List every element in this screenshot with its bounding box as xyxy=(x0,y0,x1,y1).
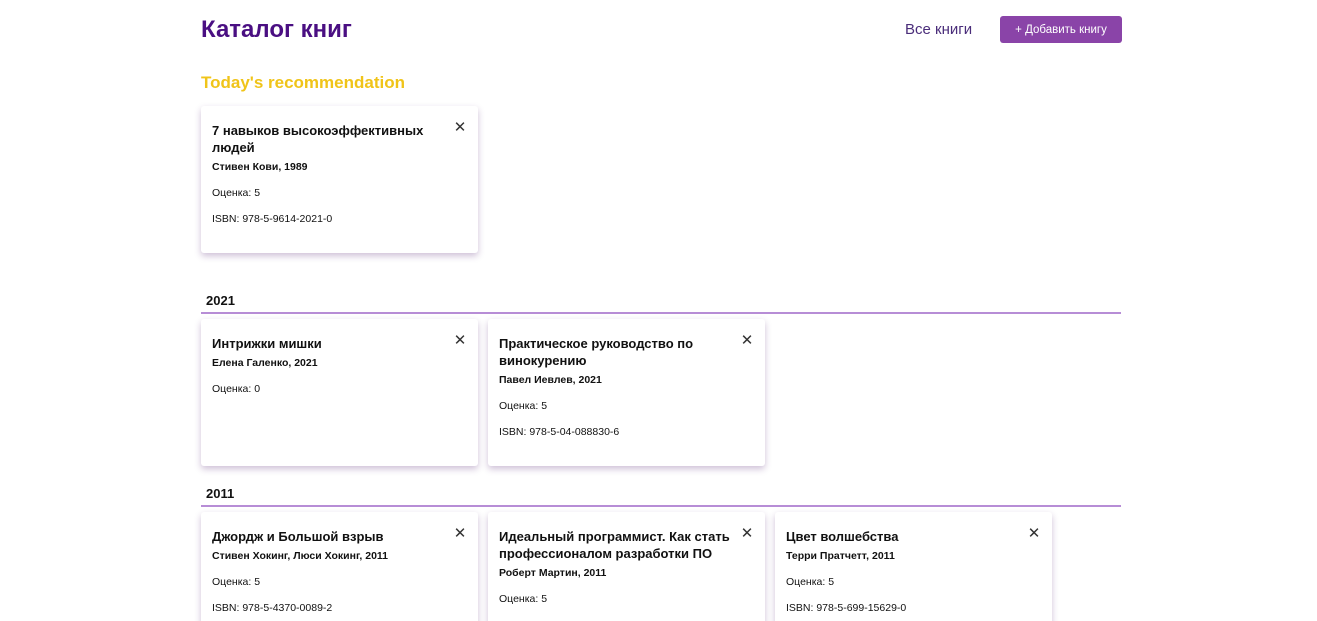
page-title: Каталог книг xyxy=(201,16,352,43)
close-icon[interactable]: ✕ xyxy=(740,333,754,348)
book-isbn: ISBN: 978-5-04-088830-6 xyxy=(499,426,620,438)
book-title: Цвет волшебства xyxy=(786,529,899,544)
close-icon[interactable]: ✕ xyxy=(453,526,467,541)
close-icon[interactable]: ✕ xyxy=(1027,526,1041,541)
book-author: Павел Иевлев, 2021 xyxy=(499,374,602,386)
book-rating: Оценка: 5 xyxy=(786,576,835,588)
year-heading: 2021 xyxy=(206,293,235,308)
book-isbn: ISBN: 978-5-4370-0089-2 xyxy=(212,602,333,614)
book-author: Стивен Кови, 1989 xyxy=(212,161,308,173)
book-isbn: ISBN: 978-5-9614-2021-0 xyxy=(212,213,333,225)
book-rating: Оценка: 0 xyxy=(212,383,261,395)
book-rating: Оценка: 5 xyxy=(212,187,261,199)
book-author: Терри Пратчетт, 2011 xyxy=(786,550,895,562)
book-title: Идеальный программист. Как стать професс… xyxy=(499,529,730,561)
book-title: Интрижки мишки xyxy=(212,336,322,351)
book-card: Идеальный программист. Как стать професс… xyxy=(488,512,765,621)
book-author: Роберт Мартин, 2011 xyxy=(499,567,607,579)
close-icon[interactable]: ✕ xyxy=(453,333,467,348)
book-author: Елена Галенко, 2021 xyxy=(212,357,318,369)
year-divider xyxy=(201,505,1121,507)
book-title: Практическое руководство по винокурению xyxy=(499,336,694,368)
book-card: Цвет волшебства Терри Пратчетт, 2011 Оце… xyxy=(775,512,1052,621)
page: Каталог книг Все книги + Добавить книгу … xyxy=(201,0,1122,621)
book-title: 7 навыков высокоэффективных людей xyxy=(212,123,424,155)
year-heading: 2011 xyxy=(206,486,235,501)
header: Каталог книг Все книги + Добавить книгу xyxy=(201,0,1122,62)
book-rating: Оценка: 5 xyxy=(499,400,548,412)
close-icon[interactable]: ✕ xyxy=(740,526,754,541)
book-card: 7 навыков высокоэффективных людей Стивен… xyxy=(201,106,478,253)
book-card: Интрижки мишки Елена Галенко, 2021 Оценк… xyxy=(201,319,478,466)
close-icon[interactable]: ✕ xyxy=(453,120,467,135)
recommendation-title: Today's recommendation xyxy=(201,73,405,92)
book-rating: Оценка: 5 xyxy=(212,576,261,588)
book-rating: Оценка: 5 xyxy=(499,593,548,605)
book-isbn: ISBN: 978-5-699-15629-0 xyxy=(786,602,907,614)
book-author: Стивен Хокинг, Люси Хокинг, 2011 xyxy=(212,550,389,562)
book-title: Джордж и Большой взрыв xyxy=(212,529,384,544)
nav-all-books-link[interactable]: Все книги xyxy=(905,21,972,38)
book-card: Джордж и Большой взрыв Стивен Хокинг, Лю… xyxy=(201,512,478,621)
book-card: Практическое руководство по винокурению … xyxy=(488,319,765,466)
year-divider xyxy=(201,312,1121,314)
add-book-button[interactable]: + Добавить книгу xyxy=(1000,16,1122,43)
